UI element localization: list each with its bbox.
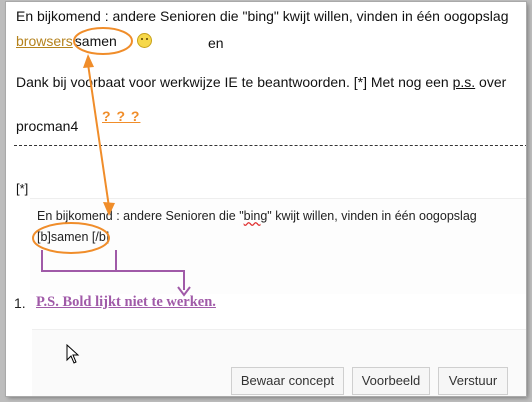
list-marker: [*]	[16, 181, 29, 196]
annotation-arrowhead-up	[83, 54, 94, 68]
editor-line-1: En bijkomend : andere Senioren die "bing…	[37, 209, 477, 223]
editor-line-1-start: En bijkomend : andere Senioren die "	[37, 209, 244, 223]
editor-line-2: [b]samen [/b]	[37, 230, 110, 244]
save-draft-button[interactable]: Bewaar concept	[231, 367, 344, 395]
ps-link[interactable]: p.s.	[453, 74, 476, 90]
divider	[14, 145, 526, 146]
editor-line-1-end: " kwijt willen, vinden in één oogopslag	[267, 209, 477, 223]
post-line-3-text: Dank bij voorbaat voor werkwijze IE te b…	[16, 74, 449, 90]
post-line-3: Dank bij voorbaat voor werkwijze IE te b…	[16, 74, 506, 90]
browsers-link[interactable]: browsers	[16, 33, 73, 49]
list-number: 1.	[14, 295, 26, 311]
ps-title-link[interactable]: P.S. Bold lijkt niet te werken.	[36, 294, 216, 311]
post-line-1: En bijkomend : andere Senioren die "bing…	[16, 8, 509, 24]
en-word: en	[208, 35, 224, 51]
post-line-2: browsers samen	[16, 33, 117, 49]
submit-button[interactable]: Verstuur	[438, 367, 508, 395]
preview-button[interactable]: Voorbeeld	[352, 367, 430, 395]
mouse-cursor-icon	[66, 344, 80, 364]
screenshot-frame: En bijkomend : andere Senioren die "bing…	[6, 2, 526, 396]
post-line-3-tail: over	[479, 74, 507, 90]
samen-word: samen	[74, 33, 117, 49]
spellcheck-word: bing	[243, 209, 268, 223]
smiley-icon	[137, 33, 152, 48]
question-marks: ? ? ?	[102, 108, 141, 124]
author-name: procman4	[16, 118, 79, 134]
